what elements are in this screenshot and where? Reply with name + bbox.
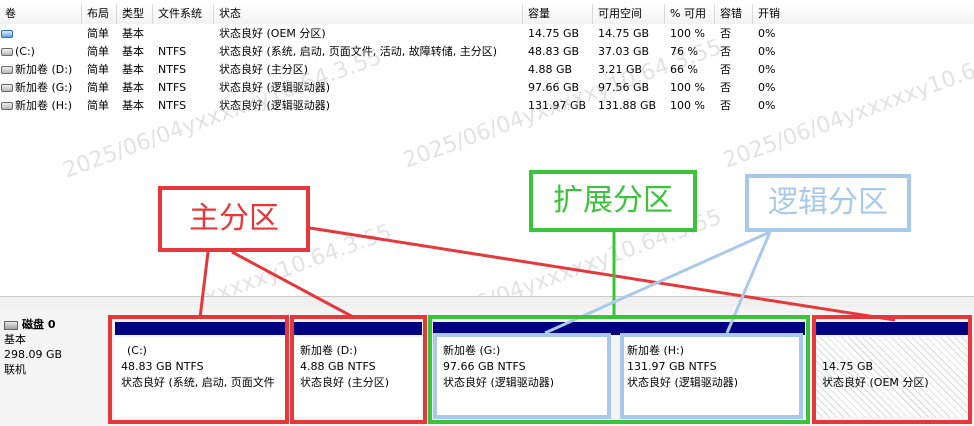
primary-frame-oem [812,315,972,424]
logical-frame-g [433,333,611,419]
primary-frame-c [108,315,289,424]
callout-primary-partition: 主分区 [158,186,310,252]
primary-frame-d [290,315,427,424]
primary-connector-d [231,250,356,320]
logical-frame-h [620,333,803,419]
callout-logical-partition: 逻辑分区 [745,174,911,232]
callout-extended-partition: 扩展分区 [529,170,697,232]
primary-connector-c [198,251,210,319]
